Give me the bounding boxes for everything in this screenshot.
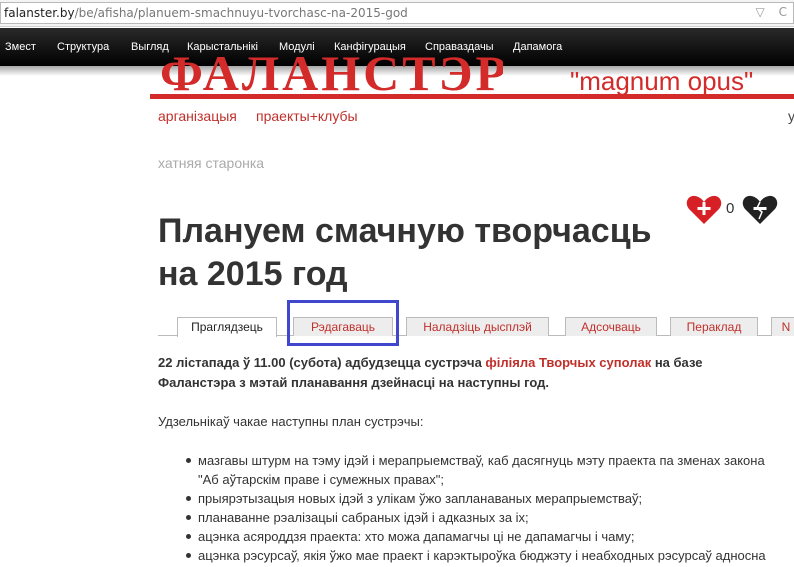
dislike-heart-icon[interactable] (742, 195, 778, 225)
nav-link-projects-clubs[interactable]: праекты+клубы (256, 108, 358, 124)
toolbar-item-help[interactable]: Дапамога (513, 41, 562, 53)
intro-paragraph: Удзельнікаў чакае наступны план сустрэчы… (158, 414, 424, 429)
refresh-icon[interactable]: C (779, 5, 787, 19)
list-item-text: мазгавы штурм на тэму ідэй і мерапрыемст… (198, 453, 765, 468)
list-item: планаванне рэалізацыі сабраных ідэй і ад… (186, 508, 786, 527)
url-text[interactable]: falanster.by/be/afisha/planuem-smachnuyu… (4, 6, 408, 20)
list-item-text: ацэнка асяроддзя праекта: хто можа дапам… (198, 529, 635, 544)
url-field[interactable]: falanster.by/be/afisha/planuem-smachnuyu… (0, 2, 794, 24)
like-heart-icon[interactable] (686, 195, 722, 225)
list-item: ацэнка рэсурсаў, якія ўжо мае праект і к… (186, 546, 786, 565)
list-item-text-cont: "Аб аўтарскім праве і сумежных правах"; (198, 472, 444, 487)
logo-text: ФАЛАНСТЭР (160, 48, 503, 94)
url-host: falanster.by (4, 6, 75, 20)
site-logo[interactable]: ФАЛАНСТЭР (158, 48, 503, 94)
lead-text-1: 22 лістапада ў 11.00 (субота) адбудзецца… (158, 355, 486, 370)
dropdown-icon[interactable]: ▽ (756, 5, 765, 19)
agenda-list: мазгавы штурм на тэму ідэй і мерапрыемст… (186, 451, 786, 565)
url-path: /be/afisha/planuem-smachnuyu-tvorchasc-n… (74, 6, 408, 20)
list-item-text: прыярэтызацыя новых ідэй з улікам ўжо за… (198, 491, 643, 506)
list-item-text: ацэнка рэсурсаў, якія ўжо мае праект і к… (198, 548, 766, 563)
site-motto: "magnum opus" (570, 66, 754, 96)
list-item-text: планаванне рэалізацыі сабраных ідэй і ад… (198, 510, 529, 525)
breadcrumb-home[interactable]: хатняя старонка (158, 155, 264, 171)
header-divider (150, 94, 794, 99)
browser-address-bar: falanster.by/be/afisha/planuem-smachnuyu… (0, 0, 794, 27)
lead-paragraph: 22 лістапада ў 11.00 (субота) адбудзецца… (158, 353, 778, 393)
tab-view[interactable]: Праглядзець (177, 317, 277, 337)
toolbar-item-content[interactable]: Змест (5, 41, 36, 53)
tab-track[interactable]: Адсочваць (565, 317, 657, 336)
list-item: ацэнка асяроддзя праекта: хто можа дапам… (186, 527, 786, 546)
nav-link-organization[interactable]: арганізацыя (158, 108, 237, 124)
nav-link-partial[interactable]: у (788, 108, 794, 124)
like-count: 0 (726, 200, 735, 217)
page-title: Плануем смачную творчасць на 2015 год (158, 212, 652, 293)
lead-link[interactable]: філіяла Творчых суполак (485, 355, 651, 370)
tab-more[interactable]: N (771, 317, 794, 336)
tab-translate[interactable]: Пераклад (670, 317, 758, 336)
toolbar-item-structure[interactable]: Структура (57, 41, 109, 53)
edit-tab-highlight (287, 300, 399, 346)
tab-manage-display[interactable]: Наладзіць дысплэй (406, 317, 549, 336)
list-item: прыярэтызацыя новых ідэй з улікам ўжо за… (186, 489, 786, 508)
list-item: мазгавы штурм на тэму ідэй і мерапрыемст… (186, 451, 786, 489)
